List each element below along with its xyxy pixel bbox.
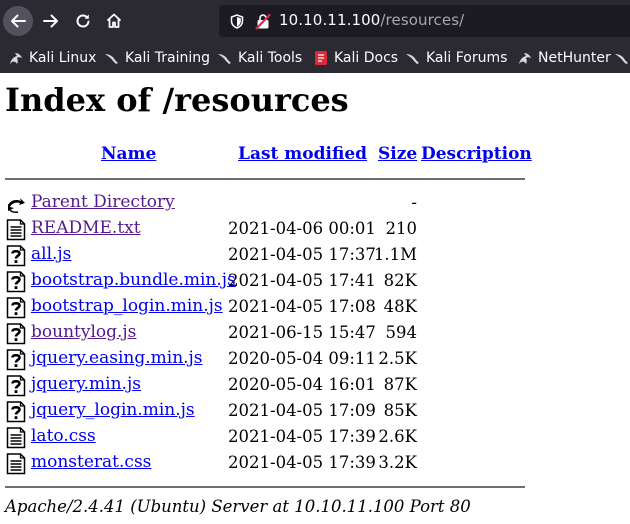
text-file-icon (6, 427, 26, 449)
bookmark-kali-docs[interactable]: Kali Docs (313, 42, 398, 73)
reload-icon (76, 14, 90, 28)
file-link[interactable]: bootstrap.bundle.min.js (31, 270, 236, 290)
page-title: Index of /resources (5, 81, 349, 119)
file-date: 2020-05-04 16:01 (228, 375, 376, 394)
file-date: 2021-04-05 17:08 (228, 297, 376, 316)
file-size: 594 (385, 323, 418, 342)
bookmark-label: Kali Forums (426, 49, 508, 66)
bookmark-kali-tools[interactable]: Kali Tools (217, 42, 302, 73)
file-date: 2020-05-04 09:11 (228, 349, 376, 368)
bookmark-kali-linux[interactable]: Kali Linux (8, 42, 96, 73)
forward-button[interactable] (36, 6, 66, 36)
url-host: 10.10.11.100 (279, 11, 381, 29)
unknown-file-icon (6, 323, 26, 345)
unknown-file-icon (6, 297, 26, 319)
kali-dragon-icon (406, 53, 419, 64)
column-header-last-modified[interactable]: Last modified (238, 144, 367, 164)
parent-directory-link[interactable]: Parent Directory (31, 192, 175, 212)
url-path: /resources/ (380, 11, 465, 29)
file-size: 2.6K (378, 427, 417, 446)
file-date: 2021-04-05 17:37 (228, 245, 376, 264)
address-bar[interactable]: 10.10.11.100/resources/ (219, 5, 630, 37)
bookmark-nethunter[interactable]: NetHunter (517, 42, 611, 73)
file-link[interactable]: lato.css (31, 426, 96, 446)
file-row: jquery_login.min.js 2021-04-05 17:09 85K (0, 398, 630, 424)
file-row: jquery.min.js 2020-05-04 16:01 87K (0, 372, 630, 398)
file-link[interactable]: all.js (31, 244, 71, 264)
back-folder-icon (8, 198, 25, 213)
kali-dragon-icon (218, 53, 231, 64)
file-date: 2021-04-05 17:41 (228, 271, 376, 290)
bookmark-label: Kali Training (125, 49, 210, 66)
page-content: Index of /resources Name Last modified S… (0, 73, 630, 524)
bookmarks-toolbar: Kali Linux Kali Training Kali Tools Kali… (0, 42, 630, 73)
file-row: lato.css 2021-04-05 17:39 2.6K (0, 424, 630, 450)
text-file-icon (6, 453, 26, 475)
unknown-file-icon (6, 271, 26, 293)
parent-directory-row: Parent Directory - (0, 190, 630, 216)
back-button[interactable] (3, 6, 33, 36)
file-link[interactable]: jquery.min.js (31, 374, 141, 394)
bookmark-kali-forums[interactable]: Kali Forums (405, 42, 507, 73)
file-link[interactable]: bootstrap_login.min.js (31, 296, 223, 316)
server-signature: Apache/2.4.41 (Ubuntu) Server at 10.10.1… (5, 497, 471, 516)
parent-size: - (411, 193, 417, 212)
file-size: 85K (383, 401, 417, 420)
bookmark-label: NetHunter (538, 49, 611, 66)
bookmark-kali-training[interactable]: Kali Training (104, 42, 210, 73)
file-date: 2021-04-05 17:09 (228, 401, 376, 420)
file-row: bootstrap_login.min.js 2021-04-05 17:08 48… (0, 294, 630, 320)
file-row: bootstrap.bundle.min.js 2021-04-05 17:41 8… (0, 268, 630, 294)
bookmark-offensive-security[interactable]: Of (614, 42, 630, 73)
file-date: 2021-04-05 17:39 (228, 453, 376, 472)
bookmark-label: Kali Linux (29, 49, 97, 66)
file-row: all.js 2021-04-05 17:37 1.1M (0, 242, 630, 268)
file-link[interactable]: jquery_login.min.js (31, 400, 195, 420)
unknown-file-icon (6, 245, 26, 267)
back-arrow-icon (11, 14, 26, 28)
file-size: 2.5K (378, 349, 417, 368)
url-text[interactable]: 10.10.11.100/resources/ (279, 11, 464, 29)
kali-offsec-icon (615, 53, 628, 64)
bookmark-label: Kali Tools (238, 49, 303, 66)
column-header-description[interactable]: Description (421, 144, 532, 164)
file-size: 3.2K (378, 453, 417, 472)
file-size: 82K (383, 271, 417, 290)
home-icon (106, 13, 122, 28)
file-size: 210 (385, 219, 418, 238)
file-row: bountylog.js 2021-06-15 15:47 594 (0, 320, 630, 346)
kali-docs-icon (315, 50, 327, 65)
file-link[interactable]: README.txt (31, 218, 141, 238)
file-row: jquery.easing.min.js 2020-05-04 09:11 2.5K (0, 346, 630, 372)
kali-dragon-icon (10, 52, 22, 64)
column-header-name[interactable]: Name (101, 144, 156, 164)
unknown-file-icon (6, 401, 26, 423)
unknown-file-icon (6, 349, 26, 371)
file-date: 2021-06-15 15:47 (228, 323, 376, 342)
file-link[interactable]: monsterat.css (31, 452, 151, 472)
file-date: 2021-04-05 17:39 (228, 427, 376, 446)
footer-divider (5, 486, 525, 488)
reload-button[interactable] (68, 6, 98, 36)
kali-dragon-icon (105, 53, 118, 64)
file-size: 48K (383, 297, 417, 316)
file-size: 1.1M (373, 245, 417, 264)
home-button[interactable] (99, 6, 129, 36)
forward-arrow-icon (43, 14, 58, 28)
shield-icon[interactable] (230, 14, 244, 29)
text-file-icon (6, 219, 26, 241)
file-link[interactable]: bountylog.js (31, 322, 136, 342)
file-size: 87K (383, 375, 417, 394)
column-header-size[interactable]: Size (378, 144, 417, 164)
bookmark-label: Kali Docs (334, 49, 399, 66)
file-link[interactable]: jquery.easing.min.js (31, 348, 203, 368)
file-date: 2021-04-06 00:01 (228, 219, 376, 238)
header-divider (5, 178, 525, 180)
unknown-file-icon (6, 375, 26, 397)
browser-toolbar: 10.10.11.100/resources/ (0, 0, 630, 42)
file-row: README.txt 2021-04-06 00:01 210 (0, 216, 630, 242)
file-row: monsterat.css 2021-04-05 17:39 3.2K (0, 450, 630, 476)
insecure-lock-icon[interactable] (255, 13, 271, 30)
kali-dragon-icon (519, 52, 531, 64)
